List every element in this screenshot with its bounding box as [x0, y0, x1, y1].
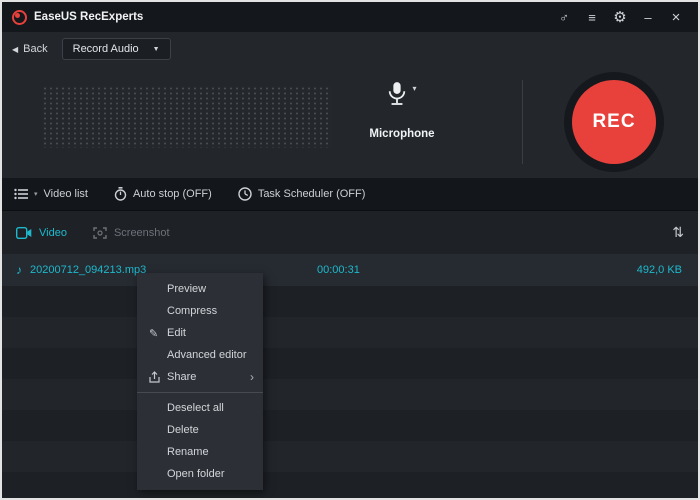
menu-item-rename[interactable]: Rename [137, 441, 263, 463]
video-list-label: Video list [44, 188, 88, 200]
divider [522, 80, 523, 164]
task-scheduler-button[interactable]: Task Scheduler (OFF) [238, 187, 366, 201]
empty-row [2, 286, 698, 317]
task-scheduler-label: Task Scheduler (OFF) [258, 188, 366, 200]
menu-item-share[interactable]: Share › [137, 366, 263, 388]
app-window: EaseUS RecExperts ♂ ≡ ⚙ – × ◀ Back Recor… [0, 0, 700, 500]
clock-icon [238, 187, 252, 201]
menu-item-compress[interactable]: Compress [137, 300, 263, 322]
empty-row [2, 379, 698, 410]
list-icon [14, 188, 28, 200]
microphone-label: Microphone [357, 128, 447, 140]
sort-icon[interactable]: ⇅ [672, 224, 684, 241]
minimize-icon[interactable]: – [636, 6, 660, 28]
close-icon[interactable]: × [664, 6, 688, 28]
settings-gear-icon[interactable]: ⚙ [608, 6, 632, 28]
music-note-icon: ♪ [16, 263, 22, 277]
video-list-button[interactable]: ▾ Video list [14, 188, 88, 200]
rec-label: REC [592, 111, 635, 133]
toolbar: ▾ Video list Auto stop (OFF) Task Schedu… [2, 178, 698, 210]
upgrade-pro-icon[interactable]: ♂ [552, 6, 576, 28]
file-row[interactable]: ♪ 20200712_094213.mp3 00:00:31 492,0 KB [2, 254, 698, 286]
microphone-icon [387, 80, 407, 111]
share-icon [149, 371, 167, 383]
screenshot-icon [93, 227, 107, 239]
menu-item-preview[interactable]: Preview [137, 278, 263, 300]
submenu-arrow-icon: › [250, 370, 254, 384]
audio-visualizer [42, 86, 332, 148]
menu-divider [137, 392, 263, 393]
menu-item-deselect-all[interactable]: Deselect all [137, 397, 263, 419]
auto-stop-label: Auto stop (OFF) [133, 188, 212, 200]
nav-row: ◀ Back Record Audio ▼ [2, 32, 698, 66]
empty-row [2, 348, 698, 379]
tab-screenshot-label: Screenshot [114, 227, 170, 239]
tab-video-label: Video [39, 227, 67, 239]
empty-row [2, 317, 698, 348]
back-arrow-icon: ◀ [12, 45, 18, 54]
menu-item-open-folder[interactable]: Open folder [137, 463, 263, 485]
back-button[interactable]: ◀ Back [12, 43, 48, 55]
back-label: Back [23, 43, 47, 55]
tab-screenshot[interactable]: Screenshot [93, 227, 170, 239]
stopwatch-icon [114, 187, 127, 201]
file-duration: 00:00:31 [317, 264, 360, 276]
app-logo-icon [12, 10, 27, 25]
titlebar: EaseUS RecExperts ♂ ≡ ⚙ – × [2, 2, 698, 32]
recorder-panel: ▾ Microphone REC [2, 66, 698, 178]
dropdown-arrow-icon: ▼ [153, 46, 160, 53]
menu-item-edit[interactable]: ✎ Edit [137, 322, 263, 344]
mode-dropdown[interactable]: Record Audio ▼ [62, 38, 171, 60]
file-name: 20200712_094213.mp3 [30, 264, 146, 276]
edit-pen-icon: ✎ [149, 327, 167, 340]
mode-label: Record Audio [73, 43, 139, 55]
menu-item-advanced-editor[interactable]: Advanced editor [137, 344, 263, 366]
microphone-selector[interactable]: ▾ Microphone [357, 80, 447, 140]
auto-stop-button[interactable]: Auto stop (OFF) [114, 187, 212, 201]
app-title: EaseUS RecExperts [34, 11, 143, 23]
rec-button[interactable]: REC [564, 72, 664, 172]
list-dropdown-arrow-icon: ▾ [34, 190, 38, 198]
mic-dropdown-arrow-icon: ▾ [412, 84, 416, 93]
empty-row [2, 410, 698, 441]
menu-item-delete[interactable]: Delete [137, 419, 263, 441]
tab-bar: Video Screenshot ⇅ [2, 210, 698, 254]
menu-icon[interactable]: ≡ [580, 6, 604, 28]
file-size: 492,0 KB [637, 264, 682, 276]
tab-video[interactable]: Video [16, 227, 67, 239]
empty-row [2, 441, 698, 472]
video-icon [16, 227, 32, 239]
context-menu: Preview Compress ✎ Edit Advanced editor … [137, 273, 263, 490]
empty-row [2, 472, 698, 500]
